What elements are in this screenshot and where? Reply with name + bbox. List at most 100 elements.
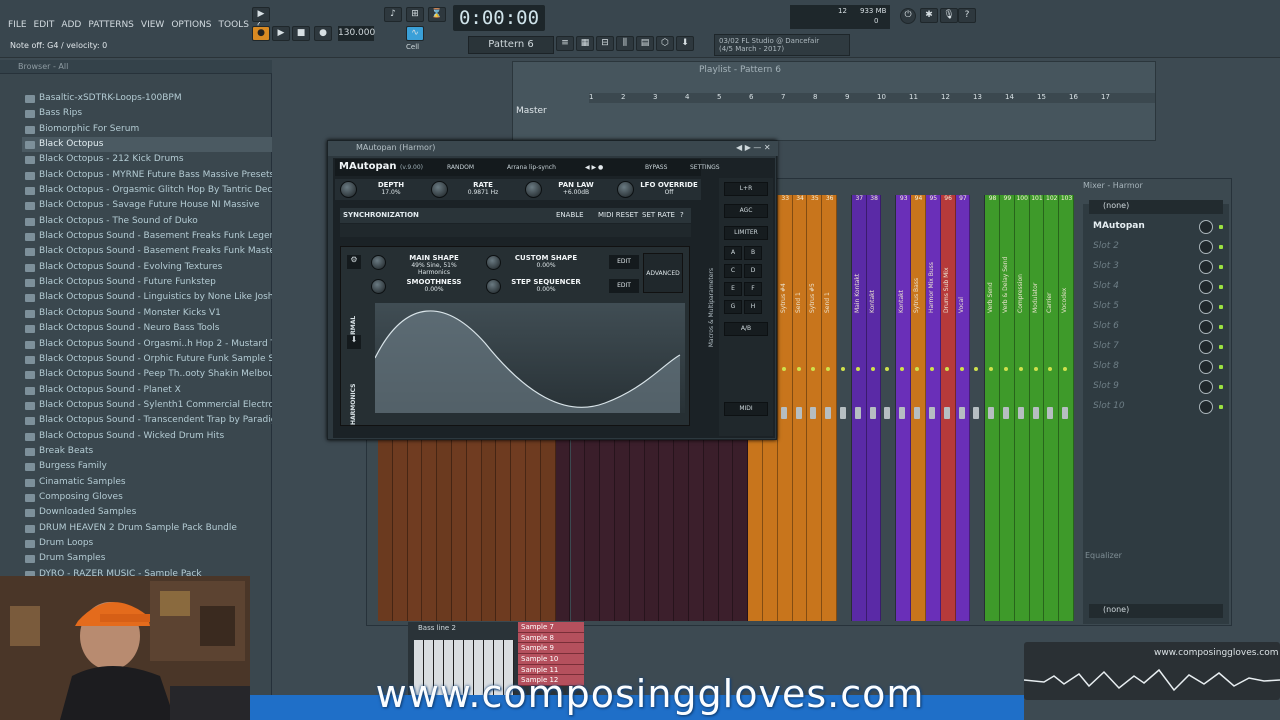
plugin-side-button[interactable]: F	[744, 282, 762, 296]
advanced-button[interactable]: ADVANCED	[643, 253, 683, 293]
mixer-fader[interactable]	[928, 407, 935, 419]
insert-output-select[interactable]: (none)	[1089, 604, 1223, 618]
mixer-strip[interactable]: 98 Verb Send	[985, 195, 1000, 621]
mixer-strip[interactable]: 97 Vocal	[955, 195, 971, 621]
plugin-side-button[interactable]: E	[724, 282, 742, 296]
browser-folder-item[interactable]: Drum Loops	[22, 536, 272, 551]
metronome-button[interactable]: ♪	[384, 7, 402, 22]
midi-reset-button[interactable]: MIDI RESET	[598, 211, 638, 219]
menu-add[interactable]: ADD	[61, 20, 81, 30]
mixer-fader[interactable]	[869, 407, 876, 419]
wait-input-button[interactable]: ⌛	[428, 7, 446, 22]
slot-mix-knob[interactable]	[1199, 300, 1213, 314]
slot-enable-led[interactable]	[1219, 345, 1223, 349]
browser-folder-item[interactable]: Burgess Family	[22, 459, 272, 474]
mixer-fader[interactable]	[840, 407, 847, 419]
browser-folder-item[interactable]: Break Beats	[22, 444, 272, 459]
browser-folder-item[interactable]: Basaltic-xSDTRK-Loops-100BPM	[22, 91, 272, 106]
stop-button[interactable]: ■	[292, 26, 310, 41]
mixer-fader[interactable]	[973, 407, 980, 419]
slot-enable-led[interactable]	[1219, 265, 1223, 269]
browser-folder-item[interactable]: Black Octopus Sound - Orphic Future Funk…	[22, 352, 272, 367]
slot-mix-knob[interactable]	[1199, 400, 1213, 414]
browser-folder-item[interactable]: Black Octopus Sound - Monster Kicks V1	[22, 306, 272, 321]
custom-shape-knob[interactable]	[486, 255, 501, 270]
browser-folder-item[interactable]: Black Octopus Sound - Orgasmi..h Hop 2 -…	[22, 337, 272, 352]
smoothness-knob[interactable]	[371, 279, 386, 294]
sample-channel[interactable]: Sample 8	[518, 632, 584, 644]
plugin-side-button[interactable]: AGC	[724, 204, 768, 218]
bypass-button[interactable]: BYPASS	[645, 164, 667, 171]
lipsync-button[interactable]: Arrana lip-synch	[507, 164, 556, 171]
mic-icon[interactable]: 🎙	[940, 8, 958, 23]
plugin-side-button[interactable]: B	[744, 246, 762, 260]
slot-enable-led[interactable]	[1219, 285, 1223, 289]
plugin-side-button[interactable]: A	[724, 246, 742, 260]
slot-enable-led[interactable]	[1219, 325, 1223, 329]
browser-folder-item[interactable]: Black Octopus - MYRNE Future Bass Massiv…	[22, 168, 272, 183]
playlist-icon[interactable]: ≡	[556, 36, 574, 51]
browser-folder-item[interactable]: Black Octopus - The Sound of Duko	[22, 214, 272, 229]
browser-header[interactable]: Browser - All	[0, 60, 272, 74]
browser-folder-item[interactable]: Black Octopus Sound - Peep Th..ooty Shak…	[22, 367, 272, 382]
browser-folder-item[interactable]: Black Octopus Sound - Basement Freaks Fu…	[22, 229, 272, 244]
plugin-side-button[interactable]: LIMITER	[724, 226, 768, 240]
browser-folder-item[interactable]: Drum Samples	[22, 551, 272, 566]
mixer-fader[interactable]	[795, 407, 802, 419]
mixer-strip[interactable]	[837, 195, 852, 621]
effect-slot[interactable]: Slot 7	[1087, 338, 1225, 357]
slot-mix-knob[interactable]	[1199, 320, 1213, 334]
effect-slot[interactable]: Slot 9	[1087, 378, 1225, 397]
mixer-strip[interactable]: 38 Kontakt	[866, 195, 882, 621]
sync-help-button[interactable]: ?	[680, 211, 684, 219]
mixer-icon[interactable]: ⫼	[616, 36, 634, 51]
mixer-fader[interactable]	[825, 407, 832, 419]
mixer-strip[interactable]: 37 Main Kontakt	[851, 195, 867, 621]
sample-channel[interactable]: Sample 7	[518, 622, 584, 633]
menu-edit[interactable]: EDIT	[34, 20, 55, 30]
record-button[interactable]: ●	[314, 26, 332, 41]
sample-channel[interactable]: Sample 10	[518, 654, 584, 665]
piano-roll-icon[interactable]: ▦	[576, 36, 594, 51]
mixer-strip[interactable]: 93 Kontakt	[896, 195, 912, 621]
menu-options[interactable]: OPTIONS	[171, 20, 211, 30]
browser-folder-item[interactable]: Biomorphic For Serum	[22, 122, 272, 137]
playlist-track-master[interactable]: Master	[516, 106, 547, 116]
download-icon[interactable]: ⬇	[676, 36, 694, 51]
effect-slot[interactable]: Slot 3	[1087, 258, 1225, 277]
effect-slot[interactable]: MAutopan	[1087, 218, 1225, 237]
browser-folder-item[interactable]: Black Octopus Sound - Linguistics by Non…	[22, 290, 272, 305]
plugin-window-controls[interactable]: ◀ ▶ — ✕	[736, 143, 771, 152]
mixer-fader[interactable]	[780, 407, 787, 419]
sync-enable-button[interactable]: ENABLE	[556, 211, 584, 219]
browser-folder-item[interactable]: Black Octopus - Orgasmic Glitch Hop By T…	[22, 183, 272, 198]
mixer-fader[interactable]	[1032, 407, 1039, 419]
set-rate-button[interactable]: SET RATE	[642, 211, 675, 219]
sample-channel[interactable]: Sample 9	[518, 643, 584, 655]
plugin-side-button[interactable]: A/B	[724, 322, 768, 336]
slot-enable-led[interactable]	[1219, 365, 1223, 369]
browser-folder-item[interactable]: Bass Rips	[22, 106, 272, 121]
browser-folder-item[interactable]: Black Octopus - 212 Kick Drums	[22, 152, 272, 167]
mixer-fader[interactable]	[958, 407, 965, 419]
menu-tools[interactable]: TOOLS	[219, 20, 249, 30]
preset-nav[interactable]: ◀ ▶ ●	[585, 164, 603, 171]
slot-mix-knob[interactable]	[1199, 340, 1213, 354]
plugin-side-button[interactable]: L+R	[724, 182, 768, 196]
settings-button[interactable]: SETTINGS	[690, 164, 720, 171]
help-icon[interactable]: ?	[958, 8, 976, 23]
effect-slot[interactable]: Slot 5	[1087, 298, 1225, 317]
step-sequencer-edit-button[interactable]: EDIT	[609, 279, 639, 293]
channel-name[interactable]: Bass line 2	[418, 624, 456, 632]
browser-folder-item[interactable]: Black Octopus Sound - Wicked Drum Hits	[22, 429, 272, 444]
mixer-strip[interactable]: 103 Vocodex	[1059, 195, 1074, 621]
lfo-shape-display[interactable]	[375, 303, 685, 413]
mixer-strip[interactable]: 94 Sytrus Bass	[911, 195, 926, 621]
browser-folder-item[interactable]: Black Octopus - Savage Future House NI M…	[22, 198, 272, 213]
main-shape-knob[interactable]	[371, 255, 386, 270]
mixer-strip[interactable]	[881, 195, 897, 621]
tempo-display[interactable]: 130.000	[338, 26, 375, 41]
effect-slot[interactable]: Slot 10	[1087, 398, 1225, 417]
insert-input-select[interactable]: (none)	[1089, 200, 1223, 214]
online-icon[interactable]: ✱	[920, 8, 938, 23]
